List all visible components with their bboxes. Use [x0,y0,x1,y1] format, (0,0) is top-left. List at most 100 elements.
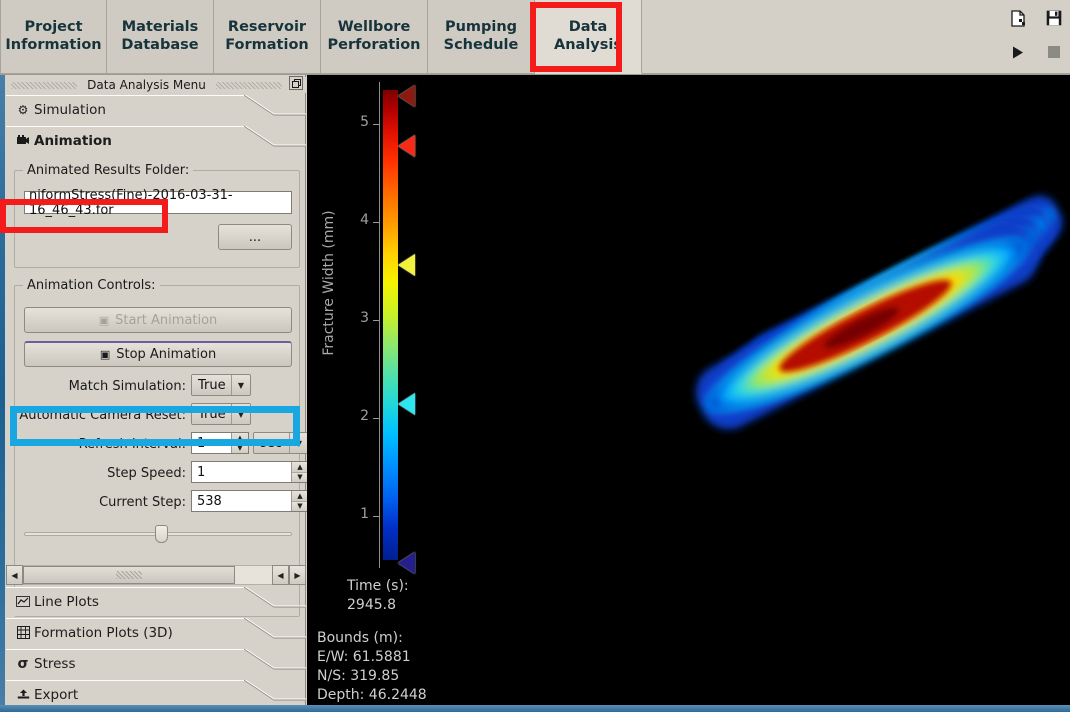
tab-label-line1: Materials [121,18,199,35]
match-simulation-label: Match Simulation: [68,379,186,394]
section-slope [244,618,306,647]
tab-materials-database[interactable]: Materials Database [107,0,214,74]
panel-drag-grip-right[interactable] [215,81,283,89]
panel-title: Data Analysis Menu [87,78,206,92]
sigma-icon: σ [17,655,29,672]
slider-thumb[interactable] [154,525,168,543]
application-window: Project Information Materials Database R… [0,0,1070,712]
tab-pumping-schedule[interactable]: Pumping Schedule [428,0,535,74]
tab-label-line1: Pumping [444,18,518,35]
automatic-camera-reset-value: True [192,404,231,424]
start-glyph-icon: ▣ [98,313,110,327]
animated-results-folder-input[interactable]: niformStress(Fine)-2016-03-31-16_46_43.f… [24,188,292,218]
sidebar-item-formation-plots-3d[interactable]: Formation Plots (3D) [6,618,306,648]
match-simulation-select[interactable]: True ▼ [191,374,251,396]
group-label: Animation Controls: [23,278,160,293]
scrollbar-thumb[interactable] [23,566,235,584]
data-analysis-menu-panel: Data Analysis Menu ⚙ Simulation Animatio… [0,75,309,712]
stepper-buttons[interactable]: ▲ ▼ [291,491,308,511]
tab-label-line2: Formation [225,36,309,53]
fracture-geometry-render [696,195,1063,430]
panel-left-edge-accent [0,75,5,712]
automatic-camera-reset-select[interactable]: True ▼ [191,403,251,425]
automatic-camera-reset-label: Automatic Camera Reset: [19,408,186,423]
refresh-interval-label: Refresh Interval: [78,437,186,452]
sidebar-item-simulation[interactable]: ⚙ Simulation [6,95,306,125]
current-step-label: Current Step: [99,495,186,510]
visualization-viewport[interactable]: 54321 Fracture Width (mm) Time (s): 2945… [307,75,1070,705]
panel-horizontal-scrollbar[interactable]: ◀ ◀ ▶ [6,565,306,585]
panel-title-bar: Data Analysis Menu [5,77,306,93]
bounds-ew: E/W: 61.5881 [317,649,411,665]
refresh-interval-unit-value: sec [254,433,289,453]
panel-drag-grip-left[interactable] [11,81,78,89]
stepper-up-icon[interactable]: ▲ [232,433,248,444]
undock-icon[interactable] [289,76,303,90]
tab-reservoir-formation[interactable]: Reservoir Formation [214,0,321,74]
tab-label-line2: Analysis [554,36,622,53]
tab-project-information[interactable]: Project Information [0,0,107,74]
section-slope [244,95,306,124]
step-speed-value: 1 [192,462,291,482]
grid-3d-icon [14,618,32,647]
scroll-left-step-icon[interactable]: ◀ [272,565,289,585]
refresh-interval-value: 1 [192,433,231,453]
panel-bottom-accent [0,705,307,712]
current-step-stepper[interactable]: 538 ▲ ▼ [191,490,309,512]
chevron-down-icon: ▼ [231,375,250,395]
browse-folder-button[interactable]: ... [218,224,292,250]
play-icon[interactable] [1008,42,1028,62]
scrollbar-trough[interactable] [23,565,272,585]
start-animation-label: Start Animation [115,312,218,328]
stop-animation-button[interactable]: ▣ Stop Animation [24,341,292,367]
stepper-down-icon[interactable]: ▼ [292,501,308,511]
tab-wellbore-perforation[interactable]: Wellbore Perforation [321,0,428,74]
bounds-depth: Depth: 46.2448 [317,687,427,703]
stepper-down-icon[interactable]: ▼ [232,443,248,453]
save-icon[interactable] [1044,8,1064,28]
tab-label-line1: Data [568,18,608,35]
animated-results-folder-group: Animated Results Folder: niformStress(Fi… [14,163,300,268]
tab-data-analysis[interactable]: Data Analysis [535,0,642,74]
new-document-icon[interactable] [1008,8,1028,28]
viewport-bottom-accent [307,705,1070,712]
sidebar-item-label: Stress [34,655,76,672]
refresh-interval-unit-select[interactable]: sec ▼ [253,432,309,454]
main-tab-bar: Project Information Materials Database R… [0,0,1070,75]
section-slope [244,649,306,678]
stepper-down-icon[interactable]: ▼ [292,472,308,482]
sidebar-item-animation[interactable]: Animation [6,126,306,156]
sidebar-item-label: Animation [34,132,112,149]
window-toolbar [970,0,1062,74]
line-chart-icon [14,587,32,616]
chevron-down-icon: ▼ [289,433,308,453]
chevron-down-icon: ▼ [231,404,250,424]
current-step-slider[interactable] [24,524,292,544]
sidebar-item-label: Formation Plots (3D) [34,624,173,641]
stepper-up-icon[interactable]: ▲ [292,462,308,473]
bounds-label: Bounds (m): [317,630,403,646]
gear-icon: ⚙ [17,102,29,117]
stepper-up-icon[interactable]: ▲ [292,491,308,502]
sidebar-item-stress[interactable]: σ Stress [6,649,306,679]
stop-animation-label: Stop Animation [116,347,217,362]
tab-label-line1: Wellbore [337,18,411,35]
refresh-interval-stepper[interactable]: 1 ▲ ▼ [191,432,249,454]
stepper-buttons[interactable]: ▲ ▼ [291,462,308,482]
tab-label-line2: Perforation [327,36,421,53]
section-slope [244,587,306,616]
scroll-left-icon[interactable]: ◀ [6,565,23,585]
section-slope [244,126,306,155]
time-value: 2945.8 [347,597,396,613]
stop-icon[interactable] [1044,42,1064,62]
fracture-plane-1 [696,220,1039,430]
tab-label-line2: Database [121,36,199,53]
scroll-right-icon[interactable]: ▶ [289,565,306,585]
step-speed-stepper[interactable]: 1 ▲ ▼ [191,461,309,483]
group-label: Animated Results Folder: [23,163,194,178]
stepper-buttons[interactable]: ▲ ▼ [231,433,248,453]
film-icon [14,126,32,155]
tab-label-line2: Information [5,36,102,53]
start-animation-button[interactable]: ▣ Start Animation [24,307,292,333]
sidebar-item-line-plots[interactable]: Line Plots [6,587,306,617]
